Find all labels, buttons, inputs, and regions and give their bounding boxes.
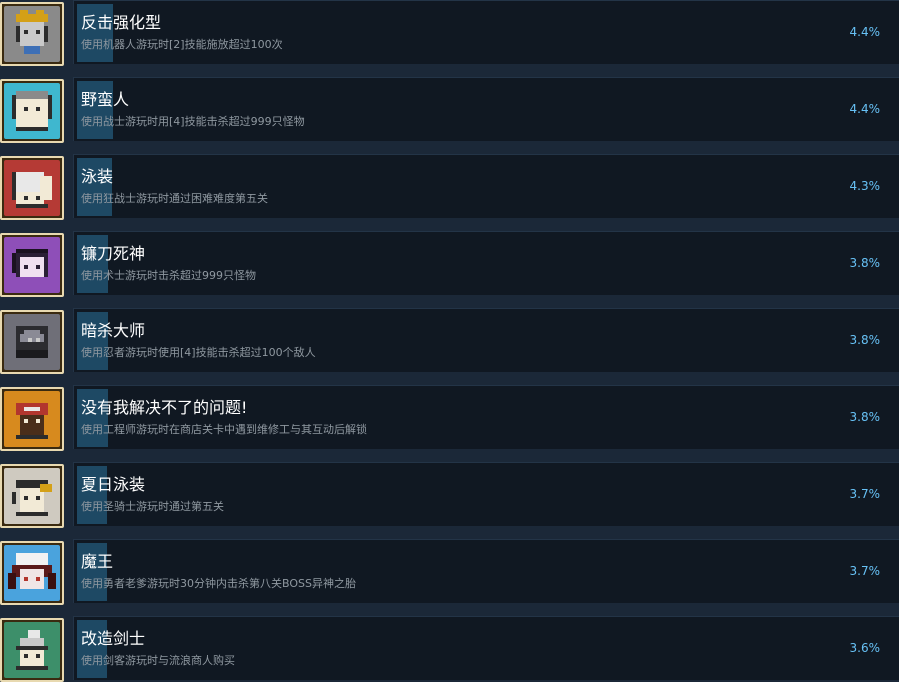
unlock-percentage: 3.8%: [849, 410, 881, 424]
achievement-icon-frame: [0, 79, 64, 143]
barbarian-icon: [4, 83, 60, 139]
achievement-icon-frame: [0, 233, 64, 297]
achievement-title: 没有我解决不了的问题!: [81, 398, 248, 417]
achievement-description: 使用工程师游玩时在商店关卡中遇到维修工与其互动后解锁: [81, 423, 367, 436]
demon-king-icon: [4, 545, 60, 601]
achievement-row[interactable]: 暗杀大师 使用忍者游玩时使用[4]技能击杀超过100个敌人 3.8%: [0, 308, 899, 374]
achievement-row[interactable]: 夏日泳装 使用圣骑士游玩时通过第五关 3.7%: [0, 462, 899, 528]
achievement-title: 镰刀死神: [81, 244, 146, 263]
achievement-description: 使用圣骑士游玩时通过第五关: [81, 500, 224, 513]
achievement-row[interactable]: 泳装 使用狂战士游玩时通过困难难度第五关 4.3%: [0, 154, 899, 220]
paladin-icon: [4, 468, 60, 524]
achievement-card: 野蛮人 使用战士游玩时用[4]技能击杀超过999只怪物 4.4%: [73, 77, 899, 141]
achievement-description: 使用战士游玩时用[4]技能击杀超过999只怪物: [81, 115, 305, 128]
achievement-icon-frame: [0, 464, 64, 528]
unlock-percentage: 3.7%: [849, 564, 881, 578]
achievement-description: 使用忍者游玩时使用[4]技能击杀超过100个敌人: [81, 346, 316, 359]
achievement-row[interactable]: 魔王 使用勇者老爹游玩时30分钟内击杀第八关BOSS异神之胎 3.7%: [0, 539, 899, 605]
achievement-description: 使用机器人游玩时[2]技能施放超过100次: [81, 38, 283, 51]
swimsuit-icon: [4, 160, 60, 216]
achievement-icon-frame: [0, 541, 64, 605]
achievement-title: 泳装: [81, 167, 114, 186]
unlock-percentage: 4.3%: [849, 179, 881, 193]
achievement-icon-frame: [0, 618, 64, 682]
unlock-percentage: 4.4%: [849, 25, 881, 39]
achievement-card: 泳装 使用狂战士游玩时通过困难难度第五关 4.3%: [73, 154, 899, 218]
achievement-title: 反击强化型: [81, 13, 162, 32]
achievement-icon-frame: [0, 156, 64, 220]
unlock-percentage: 4.4%: [849, 102, 881, 116]
achievement-row[interactable]: 镰刀死神 使用术士游玩时击杀超过999只怪物 3.8%: [0, 231, 899, 297]
achievement-icon-frame: [0, 387, 64, 451]
achievement-description: 使用术士游玩时击杀超过999只怪物: [81, 269, 256, 282]
achievement-card: 反击强化型 使用机器人游玩时[2]技能施放超过100次 4.4%: [73, 0, 899, 64]
achievement-card: 夏日泳装 使用圣骑士游玩时通过第五关 3.7%: [73, 462, 899, 526]
reaper-icon: [4, 237, 60, 293]
achievement-title: 暗杀大师: [81, 321, 146, 340]
ninja-icon: [4, 314, 60, 370]
achievement-title: 改造剑士: [81, 629, 146, 648]
achievement-title: 魔王: [81, 552, 114, 571]
achievement-icon-frame: [0, 2, 64, 66]
achievement-title: 夏日泳装: [81, 475, 146, 494]
unlock-percentage: 3.7%: [849, 487, 881, 501]
robot-icon: [4, 6, 60, 62]
swordsman-icon: [4, 622, 60, 678]
unlock-percentage: 3.6%: [849, 641, 881, 655]
unlock-percentage: 3.8%: [849, 333, 881, 347]
achievement-card: 改造剑士 使用剑客游玩时与流浪商人购买 3.6%: [73, 616, 899, 680]
unlock-percentage: 3.8%: [849, 256, 881, 270]
achievement-card: 魔王 使用勇者老爹游玩时30分钟内击杀第八关BOSS异神之胎 3.7%: [73, 539, 899, 603]
achievement-card: 镰刀死神 使用术士游玩时击杀超过999只怪物 3.8%: [73, 231, 899, 295]
achievement-row[interactable]: 没有我解决不了的问题! 使用工程师游玩时在商店关卡中遇到维修工与其互动后解锁 3…: [0, 385, 899, 451]
achievement-description: 使用狂战士游玩时通过困难难度第五关: [81, 192, 268, 205]
achievement-icon-frame: [0, 310, 64, 374]
achievement-row[interactable]: 反击强化型 使用机器人游玩时[2]技能施放超过100次 4.4%: [0, 0, 899, 66]
achievement-description: 使用勇者老爹游玩时30分钟内击杀第八关BOSS异神之胎: [81, 577, 356, 590]
achievement-row[interactable]: 改造剑士 使用剑客游玩时与流浪商人购买 3.6%: [0, 616, 899, 682]
achievement-row[interactable]: 野蛮人 使用战士游玩时用[4]技能击杀超过999只怪物 4.4%: [0, 77, 899, 143]
achievement-description: 使用剑客游玩时与流浪商人购买: [81, 654, 235, 667]
engineer-icon: [4, 391, 60, 447]
achievement-title: 野蛮人: [81, 90, 130, 109]
achievement-card: 没有我解决不了的问题! 使用工程师游玩时在商店关卡中遇到维修工与其互动后解锁 3…: [73, 385, 899, 449]
achievement-card: 暗杀大师 使用忍者游玩时使用[4]技能击杀超过100个敌人 3.8%: [73, 308, 899, 372]
